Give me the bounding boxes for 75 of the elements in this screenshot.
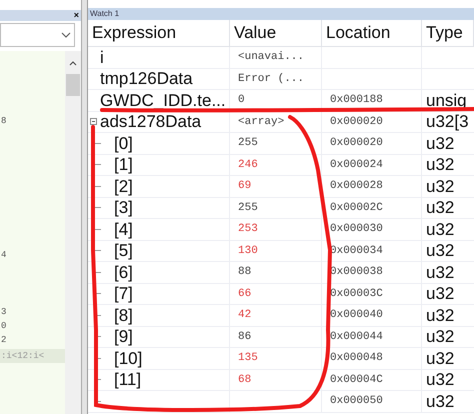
value-cell-text: 135 (238, 351, 258, 366)
location-cell-text: 0x000050 (330, 394, 383, 409)
type-cell: u32 (426, 156, 454, 174)
type-cell: u32 (426, 264, 454, 281)
value-cell-text: 66 (238, 286, 252, 302)
panel-title: Watch 1 (90, 10, 120, 18)
expression-cell: [10] (114, 350, 142, 367)
expression-cell: [8] (114, 306, 133, 324)
value-cell-text: 68 (238, 372, 252, 388)
type-cell: u32 (426, 371, 454, 388)
expression-cell: [1] (114, 156, 133, 174)
value-cell-text: 255 (238, 136, 258, 151)
type-cell: u32 (426, 392, 454, 410)
value-cell-text: 42 (238, 308, 252, 323)
location-cell-text: 0x00002C (330, 200, 383, 216)
type-cell: u32 (426, 306, 454, 324)
code-line: 0 (0, 320, 6, 333)
expression-cell: GWDC_IDD.te... (100, 92, 226, 109)
expression-cell: [7] (114, 285, 133, 302)
type-cell: u32 (426, 285, 454, 302)
dropdown-field[interactable] (0, 23, 75, 47)
value-cell-text: 0 (238, 93, 245, 108)
expression-cell: [6] (114, 264, 133, 281)
value-cell-text: 246 (238, 158, 258, 172)
expression-cell: [11] (114, 371, 142, 388)
type-cell: u32 (426, 242, 454, 260)
type-cell: u32[3 (426, 113, 469, 130)
code-line: 2 (0, 334, 6, 347)
value-cell-text: 255 (238, 200, 258, 216)
value-cell-text: 69 (238, 179, 252, 194)
type-cell: u32 (426, 350, 454, 367)
code-line: 3 (0, 306, 6, 319)
column-header[interactable]: Value (230, 20, 322, 46)
location-cell-text: 0x000028 (330, 179, 383, 194)
value-cell-text: 253 (238, 222, 258, 237)
code-line: 8 (0, 115, 6, 128)
column-header[interactable]: Location (322, 20, 422, 46)
value-cell-text: 86 (238, 330, 252, 344)
column-header[interactable]: Type (422, 20, 474, 46)
collapse-icon[interactable] (90, 118, 97, 124)
column-header[interactable]: Expression (88, 20, 230, 46)
close-button[interactable]: × (72, 10, 80, 21)
location-cell-text: 0x000030 (330, 222, 383, 237)
location-cell-text: 0x000020 (330, 114, 383, 130)
chevron-down-icon (61, 32, 71, 38)
scrollbar-thumb[interactable] (66, 74, 80, 96)
expression-cell: [3] (114, 199, 133, 216)
value-cell-text: 130 (238, 244, 258, 258)
expression-cell: [0] (114, 134, 133, 152)
type-cell: u32 (426, 220, 454, 238)
expression-cell: [4] (114, 220, 133, 238)
expression-cell: tmp126Data (100, 70, 193, 88)
expression-cell: [5] (114, 242, 133, 260)
location-cell-text: 0x00004C (330, 372, 383, 388)
expression-cell: ads1278Data (100, 113, 202, 130)
location-cell-text: 0x000020 (330, 136, 383, 151)
location-cell-text: 0x000044 (330, 330, 383, 344)
expression-cell: [9] (114, 328, 133, 346)
expression-cell: i (100, 48, 104, 66)
location-cell-text: 0x000024 (330, 158, 383, 172)
code-line: 4 (0, 249, 6, 262)
scroll-up-icon[interactable] (69, 61, 77, 66)
value-cell-text: <unavai... (238, 50, 304, 65)
expression-cell: [2] (114, 178, 133, 195)
value-cell-text: <array> (238, 114, 284, 130)
location-cell-text: 0x000048 (330, 351, 383, 366)
location-cell-text: 0x000040 (330, 308, 383, 323)
type-cell: u32 (426, 199, 454, 216)
type-cell: u32 (426, 178, 454, 195)
value-cell-text: 88 (238, 265, 252, 280)
value-cell-text: Error (... (238, 72, 304, 86)
scrollbar[interactable] (65, 51, 81, 414)
type-cell: u32 (426, 328, 454, 346)
type-cell: u32 (426, 134, 454, 152)
location-cell-text: 0x000188 (330, 93, 383, 108)
